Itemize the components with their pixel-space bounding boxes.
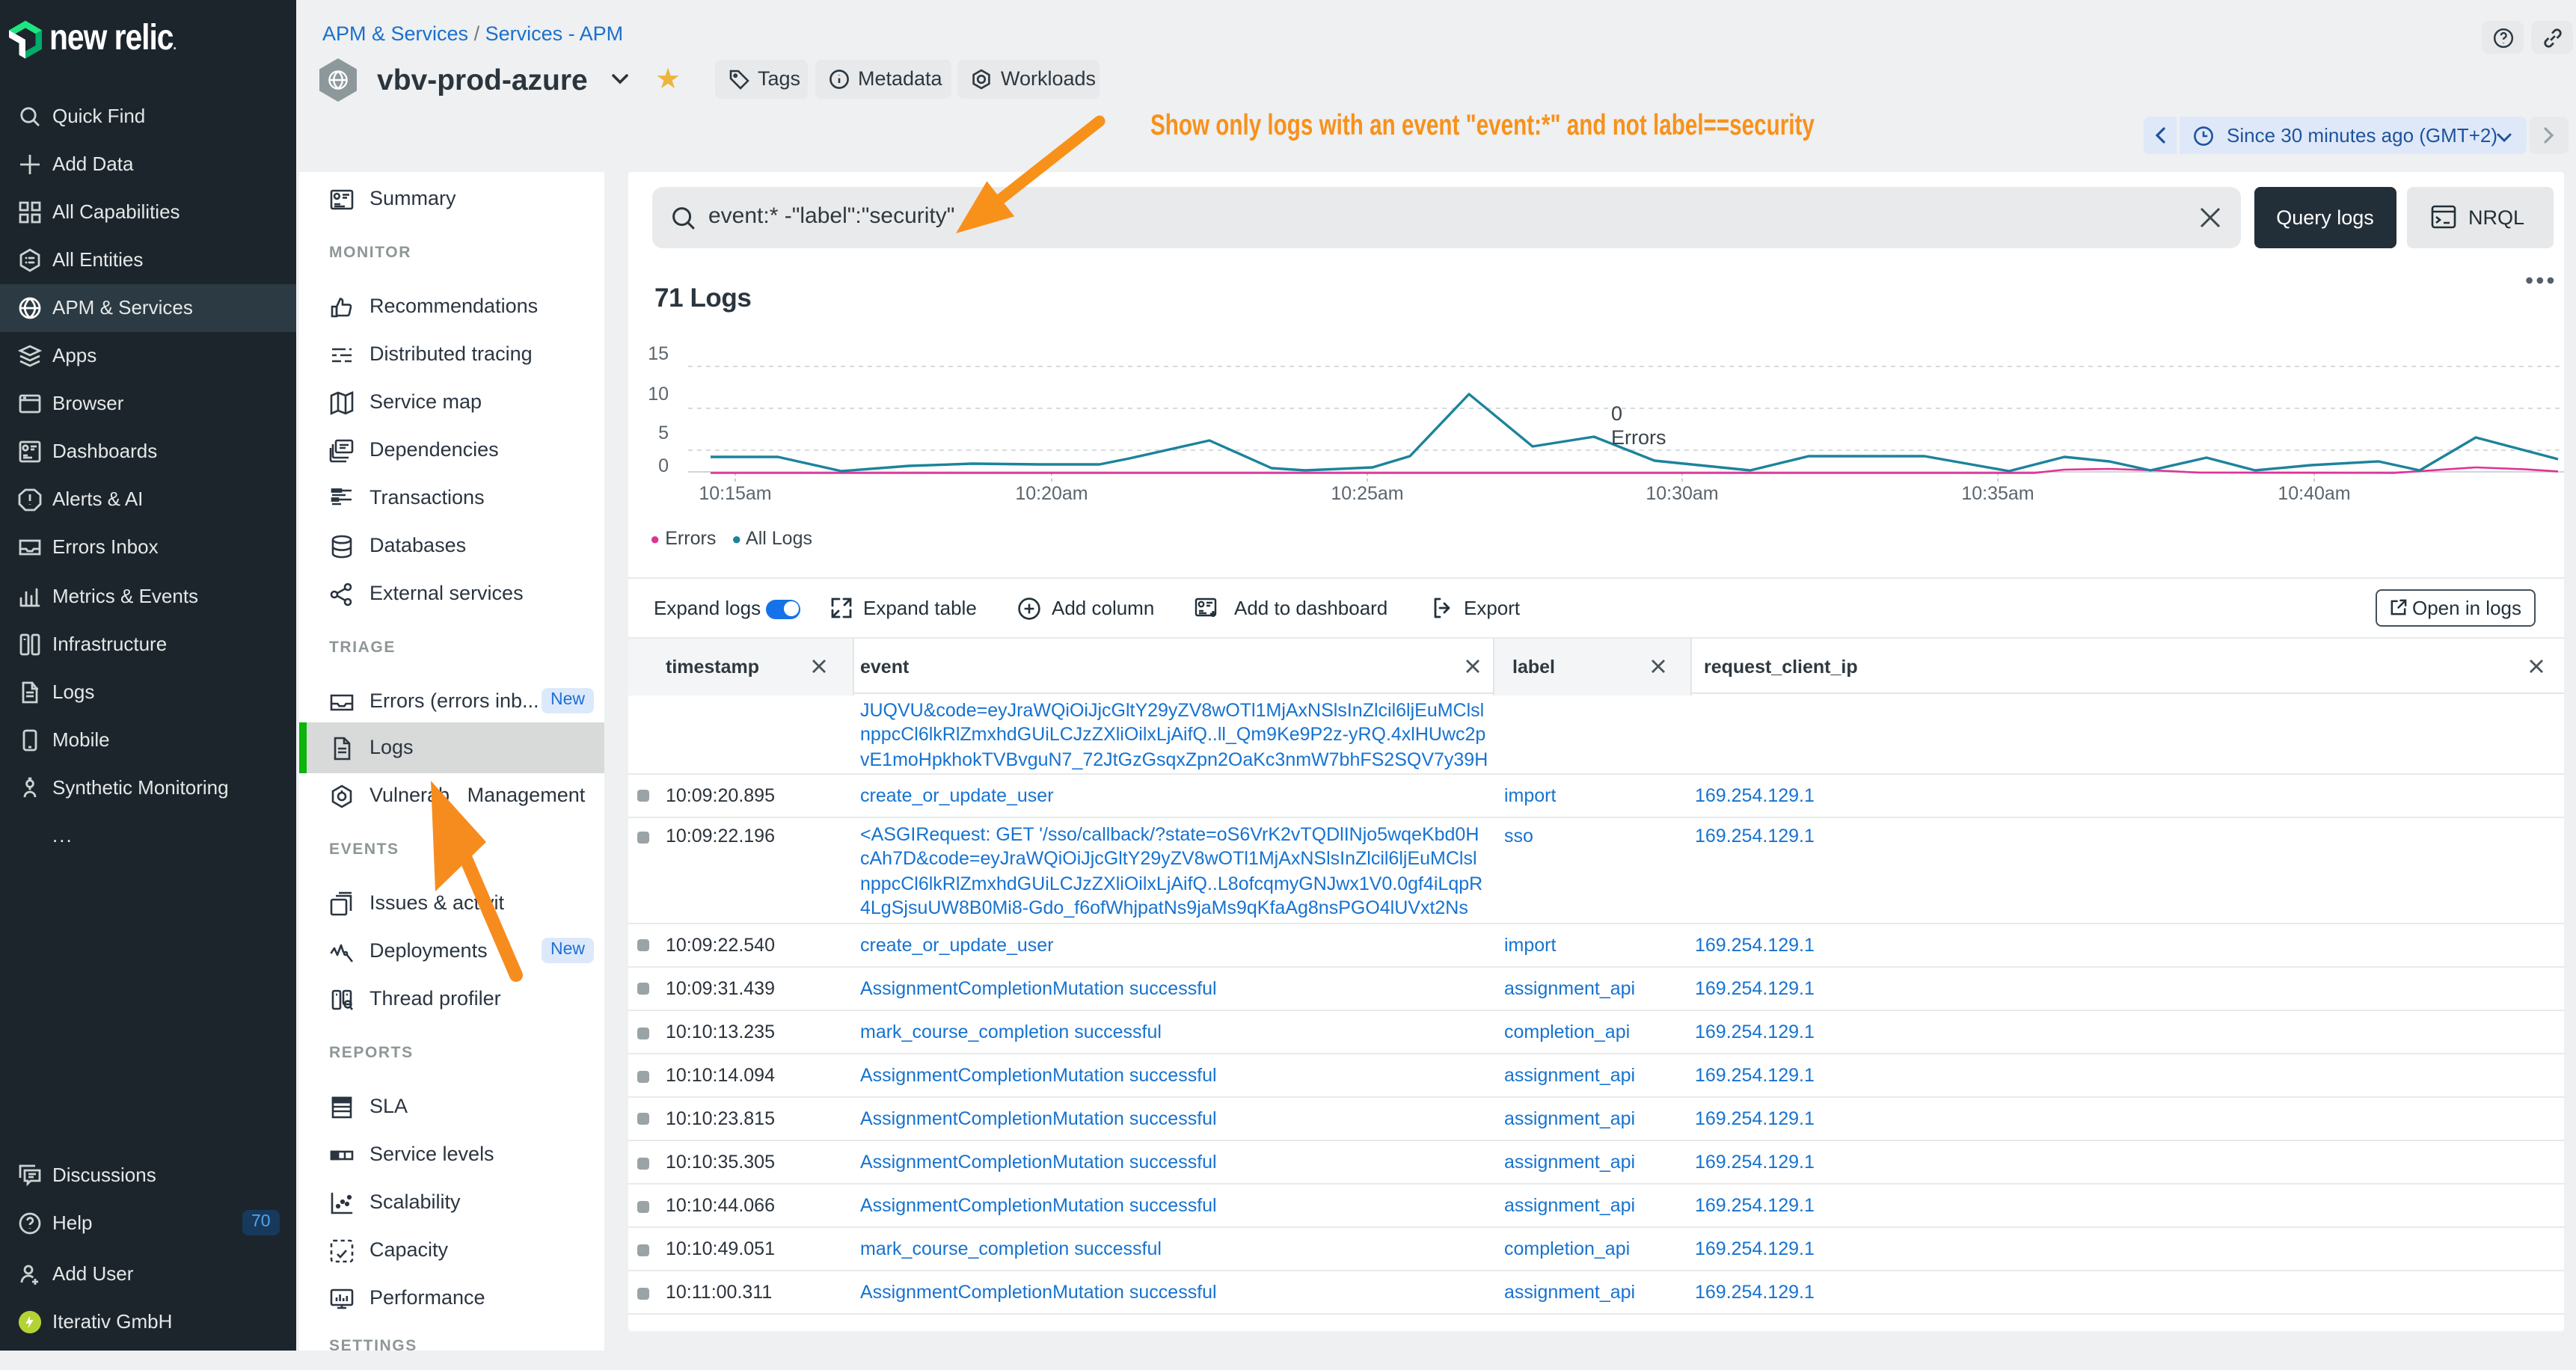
svg-text:0: 0 — [658, 455, 669, 476]
svg-text:10:30am: 10:30am — [1646, 483, 1718, 504]
svg-text:10:15am: 10:15am — [699, 483, 771, 504]
svg-text:10:25am: 10:25am — [1331, 483, 1403, 504]
svg-text:10:40am: 10:40am — [2278, 483, 2350, 504]
svg-text:10: 10 — [648, 384, 669, 405]
svg-text:10:20am: 10:20am — [1015, 483, 1088, 504]
svg-text:5: 5 — [658, 423, 669, 443]
svg-text:10:35am: 10:35am — [1961, 483, 2034, 504]
svg-text:15: 15 — [648, 343, 669, 364]
